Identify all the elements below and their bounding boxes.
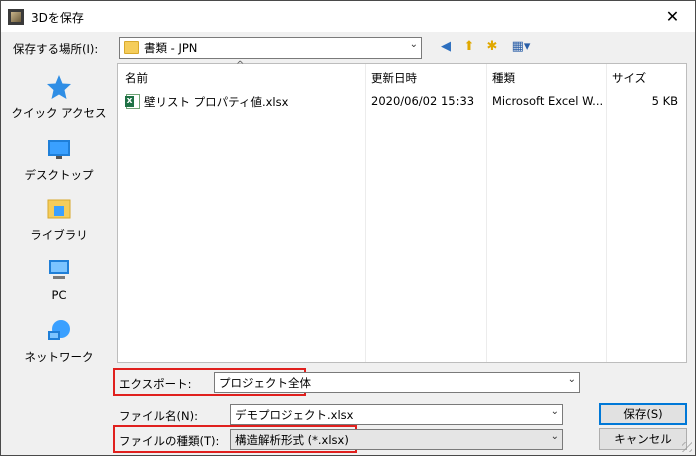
filename-label: ファイル名(N): <box>119 409 198 423</box>
desktop-icon <box>45 135 73 163</box>
resize-grip[interactable] <box>682 442 692 452</box>
places-bar: クイック アクセス デスクトップ ライブラリ PC ネットワーク <box>7 61 111 364</box>
filename-value: デモプロジェクト.xlsx <box>235 408 354 422</box>
export-label: エクスポート: <box>119 377 192 391</box>
back-icon[interactable]: ◀ <box>438 39 454 55</box>
place-network[interactable]: ネットワーク <box>7 317 111 365</box>
filetype-label: ファイルの種類(T): <box>119 434 220 448</box>
file-modified: 2020/06/02 15:33 <box>371 94 475 108</box>
location-value: 書類 - JPN <box>144 41 198 55</box>
export-combobox[interactable]: プロジェクト全体 ⌄ <box>214 372 580 393</box>
save-dialog: 3Dを保存 ✕ 保存する場所(I): 書類 - JPN ⌄ ◀ ⬆ ✱ ▦▾ ク… <box>0 0 696 456</box>
title-bar: 3Dを保存 ✕ <box>1 1 695 32</box>
cancel-button[interactable]: キャンセル <box>599 428 687 450</box>
place-desktop[interactable]: デスクトップ <box>7 135 111 183</box>
export-value: プロジェクト全体 <box>219 376 311 390</box>
place-label: ライブラリ <box>30 228 88 242</box>
network-icon <box>45 317 73 345</box>
column-header-type[interactable]: 種類 <box>492 70 515 86</box>
filename-input[interactable]: デモプロジェクト.xlsx ⌄ <box>230 404 563 425</box>
column-header-modified[interactable]: 更新日時 <box>371 70 417 86</box>
file-type: Microsoft Excel W... <box>492 94 604 108</box>
window-title: 3Dを保存 <box>31 11 84 25</box>
file-size: 5 KB <box>651 94 678 108</box>
location-label: 保存する場所(I): <box>13 42 99 56</box>
file-list[interactable]: ^ 名前 更新日時 種類 サイズ 壁リスト プロパティ値.xlsx 2020/0… <box>117 60 687 363</box>
chevron-down-icon[interactable]: ⌄ <box>551 406 559 417</box>
excel-file-icon <box>125 94 140 109</box>
chevron-down-icon[interactable]: ⌄ <box>551 431 559 442</box>
place-label: クイック アクセス <box>11 106 107 120</box>
file-row[interactable]: 壁リスト プロパティ値.xlsx 2020/06/02 15:33 Micros… <box>118 92 686 112</box>
new-folder-icon[interactable]: ✱ <box>484 39 500 55</box>
column-header-name[interactable]: 名前 <box>125 70 148 86</box>
location-combobox[interactable]: 書類 - JPN ⌄ <box>119 37 422 59</box>
app-icon <box>8 9 24 25</box>
place-pc[interactable]: PC <box>7 256 111 302</box>
save-button[interactable]: 保存(S) <box>599 403 687 425</box>
star-icon <box>45 73 73 101</box>
view-menu-icon[interactable]: ▦▾ <box>507 39 535 55</box>
place-label: ネットワーク <box>24 350 94 364</box>
place-label: PC <box>51 288 67 302</box>
library-icon <box>45 195 73 223</box>
computer-icon <box>45 256 73 284</box>
file-name: 壁リスト プロパティ値.xlsx <box>144 95 289 109</box>
place-library[interactable]: ライブラリ <box>7 195 111 243</box>
chevron-down-icon[interactable]: ⌄ <box>410 39 418 50</box>
chevron-down-icon[interactable]: ⌄ <box>568 374 576 385</box>
filetype-combobox[interactable]: 構造解析形式 (*.xlsx) ⌄ <box>230 429 563 450</box>
sort-indicator: ^ <box>236 60 245 71</box>
up-folder-icon[interactable]: ⬆ <box>461 39 477 55</box>
close-button[interactable]: ✕ <box>650 1 695 32</box>
folder-icon <box>124 41 139 54</box>
filetype-value: 構造解析形式 (*.xlsx) <box>235 433 349 447</box>
place-quick-access[interactable]: クイック アクセス <box>7 73 111 121</box>
column-header-size[interactable]: サイズ <box>612 70 646 86</box>
place-label: デスクトップ <box>24 168 94 182</box>
